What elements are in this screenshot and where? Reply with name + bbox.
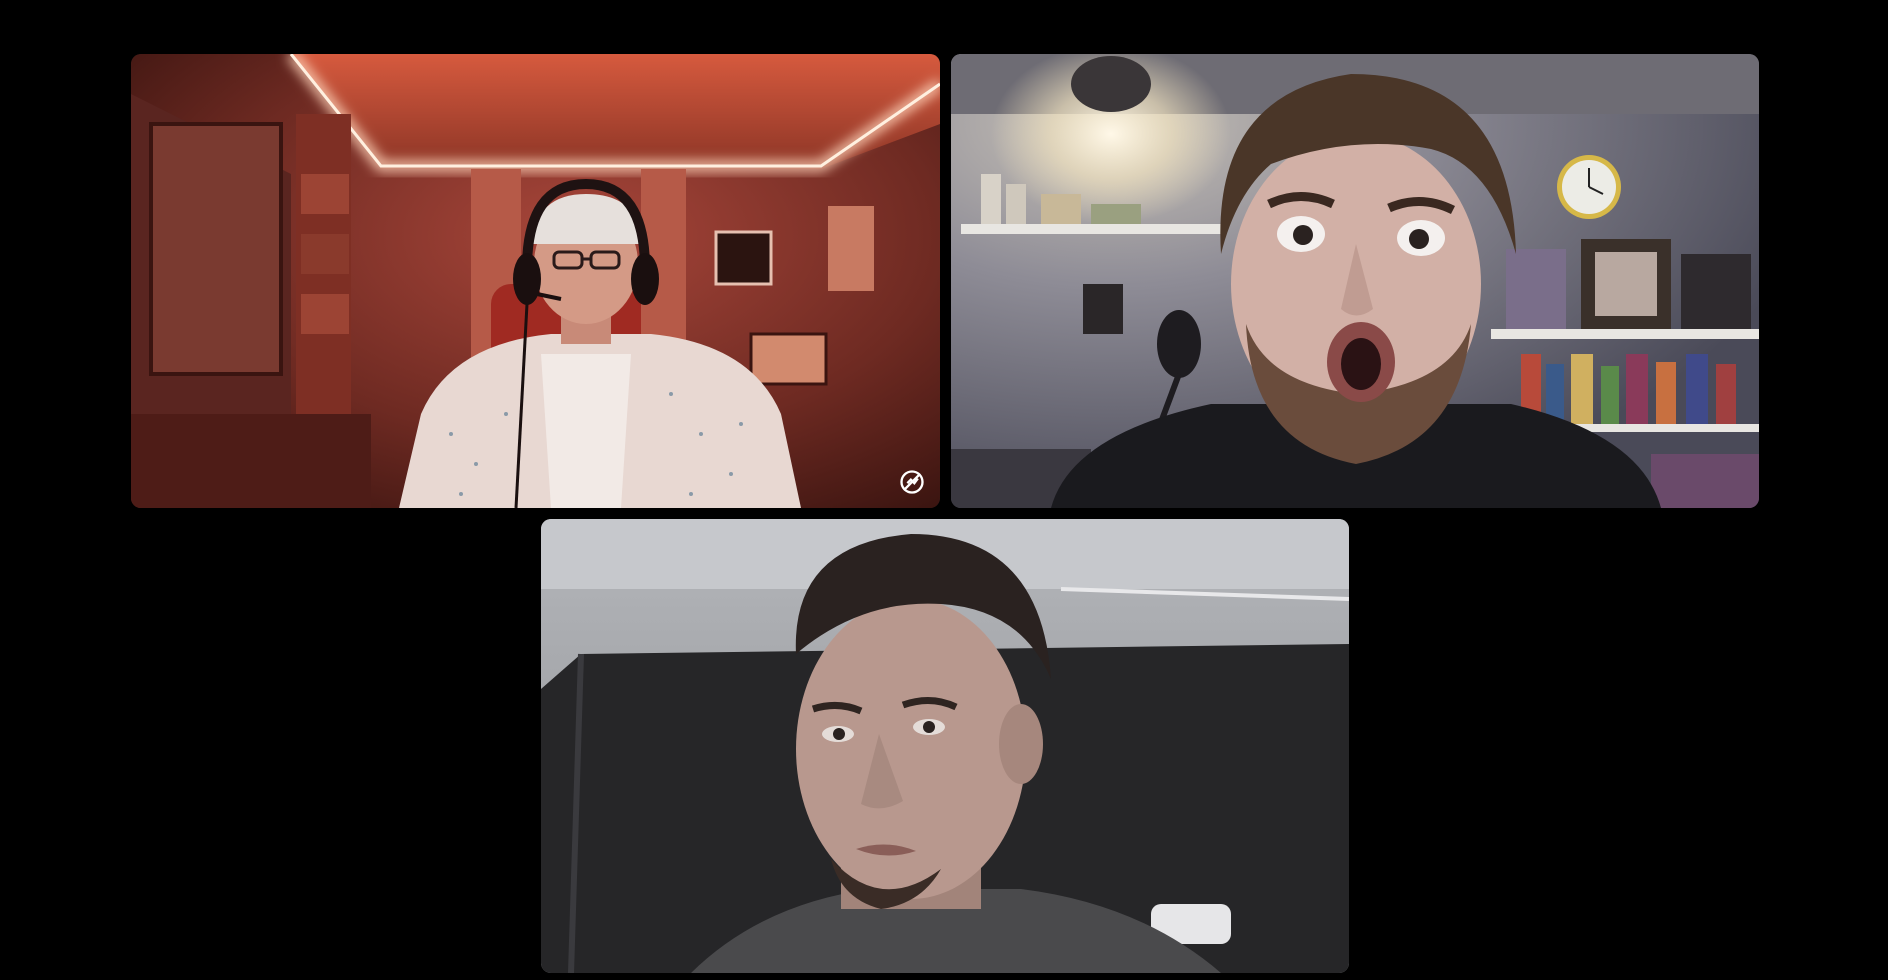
mic-muted-icon[interactable] [898, 468, 926, 496]
participant-1-video-frame [131, 54, 940, 508]
participant-2-video-frame [951, 54, 1759, 508]
participant-video-tile-3[interactable] [541, 519, 1349, 973]
participant-video-tile-1[interactable] [131, 54, 940, 508]
participant-video-tile-2[interactable] [951, 54, 1759, 508]
video-call-grid [0, 0, 1888, 980]
participant-3-video-frame [541, 519, 1349, 973]
